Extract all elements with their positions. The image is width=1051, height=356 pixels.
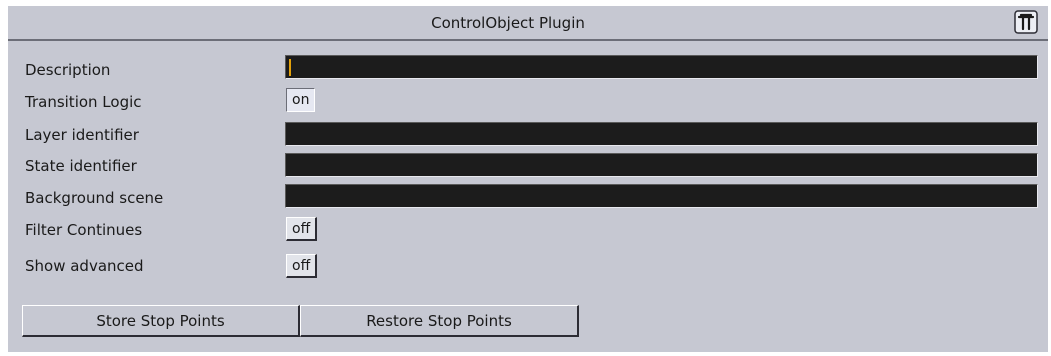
transition-logic-toggle[interactable]: on <box>286 88 316 112</box>
panel-title: ControlObject Plugin <box>431 14 585 32</box>
background-scene-label: Background scene <box>25 189 164 207</box>
transition-logic-label: Transition Logic <box>25 93 142 111</box>
state-identifier-label: State identifier <box>25 157 137 175</box>
title-bar: ControlObject Plugin <box>8 6 1048 41</box>
description-field[interactable] <box>285 55 1038 79</box>
store-stop-points-button[interactable]: Store Stop Points <box>22 305 300 337</box>
text-caret <box>289 59 291 76</box>
restore-stop-points-button[interactable]: Restore Stop Points <box>300 305 579 337</box>
filter-continues-label: Filter Continues <box>25 221 143 239</box>
show-advanced-toggle[interactable]: off <box>286 254 318 278</box>
layer-identifier-field[interactable] <box>285 122 1038 146</box>
layer-identifier-label: Layer identifier <box>25 126 139 144</box>
plugin-logo-icon[interactable] <box>1014 10 1038 34</box>
state-identifier-field[interactable] <box>285 153 1038 177</box>
background-scene-field[interactable] <box>285 184 1038 208</box>
controlobject-plugin-panel: ControlObject Plugin Description Transit… <box>8 6 1048 352</box>
filter-continues-toggle[interactable]: off <box>286 217 318 241</box>
show-advanced-label: Show advanced <box>25 257 144 275</box>
description-label: Description <box>25 61 111 79</box>
